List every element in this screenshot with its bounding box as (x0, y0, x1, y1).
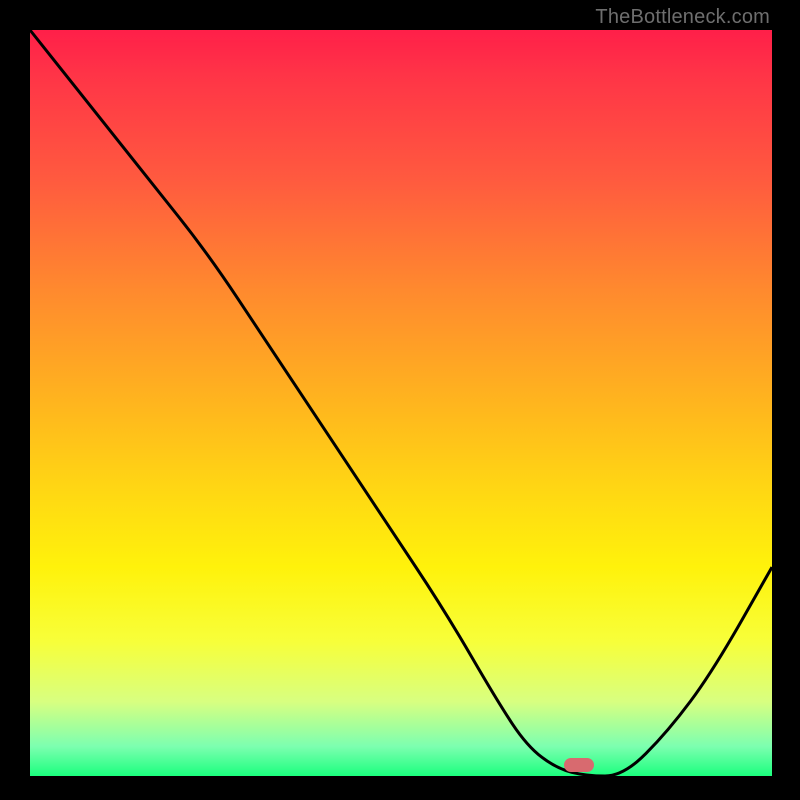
curve-svg (30, 30, 772, 776)
bottleneck-curve-path (30, 30, 772, 776)
plot-area (30, 30, 772, 776)
selected-marker (564, 758, 594, 772)
watermark-label: TheBottleneck.com (595, 6, 770, 29)
chart-frame: TheBottleneck.com (0, 0, 800, 800)
